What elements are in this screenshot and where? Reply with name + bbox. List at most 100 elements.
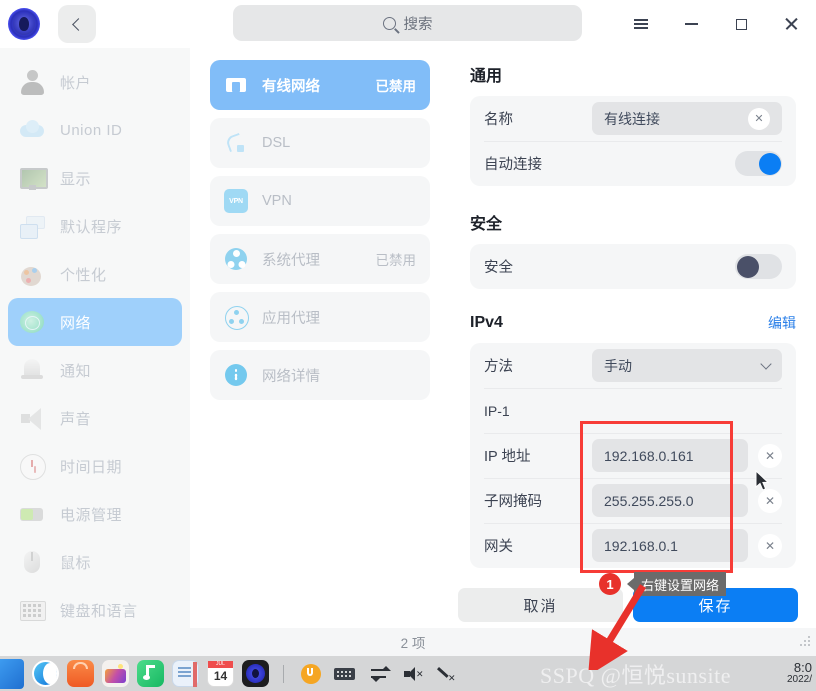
keyboard-icon: [18, 596, 46, 624]
ip-group-label: IP-1: [484, 402, 510, 419]
clock-date: 2022/: [786, 674, 812, 686]
sidebar-item-label: 时间日期: [60, 458, 123, 476]
network-item-label: 应用代理: [262, 310, 320, 327]
sidebar-item-union-id[interactable]: Union ID: [8, 106, 182, 154]
display-icon: [18, 164, 48, 192]
sidebar-item-account[interactable]: 帐户: [8, 58, 182, 106]
back-button[interactable]: [58, 5, 96, 43]
sidebar-item-display[interactable]: 显示: [8, 154, 182, 202]
taskbar-separator: [283, 664, 284, 683]
name-row: 名称 有线连接 ✕: [470, 96, 796, 141]
item-count-label: 2 项: [400, 636, 426, 651]
brush-icon[interactable]: ✕: [436, 663, 458, 685]
network-item-app-proxy[interactable]: 应用代理: [210, 292, 430, 342]
sidebar-item-sound[interactable]: 声音: [8, 394, 182, 442]
account-icon: [18, 68, 46, 96]
union-icon[interactable]: [300, 663, 322, 685]
chevron-down-icon: [760, 357, 772, 370]
gateway-value: 192.168.0.1: [604, 537, 678, 554]
info-icon: [224, 363, 248, 387]
main-content: 帐户 Union ID 显示 默认程序 个性化 网络 通知 声音 时间日期 电源…: [0, 48, 816, 628]
ip-address-label: IP 地址: [484, 449, 531, 465]
ip-group-row: IP-1: [470, 388, 796, 433]
music-icon[interactable]: [137, 660, 164, 687]
general-card: 名称 有线连接 ✕ 自动连接: [470, 96, 796, 186]
method-row: 方法 手动: [470, 343, 796, 388]
maximize-button[interactable]: [716, 0, 766, 48]
resize-grip[interactable]: [800, 636, 810, 646]
sidebar-item-personalization[interactable]: 个性化: [8, 250, 182, 298]
ip-address-input[interactable]: 192.168.0.161: [592, 439, 748, 472]
clear-name-icon[interactable]: ✕: [748, 107, 770, 130]
network-item-dsl[interactable]: DSL: [210, 118, 430, 168]
netmask-row: 子网掩码 255.255.255.0 ✕: [470, 478, 796, 523]
notes-icon[interactable]: [172, 660, 199, 687]
general-section-header: 通用: [470, 62, 796, 86]
method-select[interactable]: 手动: [592, 349, 782, 382]
sidebar-item-mouse[interactable]: 鼠标: [8, 538, 182, 586]
security-card: 安全: [470, 244, 796, 289]
sidebar-item-datetime[interactable]: 时间日期: [8, 442, 182, 490]
method-value: 手动: [604, 357, 632, 374]
clear-netmask-icon[interactable]: ✕: [758, 488, 782, 513]
close-button[interactable]: [766, 0, 816, 48]
cancel-button[interactable]: 取消: [458, 588, 623, 622]
network-transfer-icon[interactable]: [368, 663, 391, 685]
close-icon: [784, 17, 798, 31]
netmask-input[interactable]: 255.255.255.0: [592, 484, 748, 517]
annotation-tooltip: 右键设置网络: [626, 572, 727, 596]
sidebar-item-notifications[interactable]: 通知: [8, 346, 182, 394]
sidebar-item-power[interactable]: 电源管理: [8, 490, 182, 538]
name-input[interactable]: 有线连接 ✕: [592, 102, 782, 135]
minimize-icon: [684, 23, 698, 25]
sidebar-item-network[interactable]: 网络: [8, 298, 182, 346]
default-apps-icon: [18, 212, 46, 240]
calendar-month-label: JUL: [208, 661, 233, 668]
sidebar-item-label: 帐户: [60, 74, 92, 92]
network-item-wired[interactable]: 有线网络 已禁用: [210, 60, 430, 110]
calendar-day-label: 14: [213, 669, 228, 683]
network-item-label: 系统代理: [262, 252, 320, 269]
network-item-label: 网络详情: [262, 368, 320, 385]
settings-icon[interactable]: [242, 660, 269, 687]
security-toggle[interactable]: [735, 254, 782, 279]
app-store-icon[interactable]: [67, 660, 94, 687]
bell-icon: [18, 356, 46, 384]
app-proxy-icon: [224, 305, 249, 330]
minimize-button[interactable]: [666, 0, 716, 48]
ipv4-section-title: IPv4: [470, 314, 503, 331]
network-item-details[interactable]: 网络详情: [210, 350, 430, 400]
clear-gateway-icon[interactable]: ✕: [758, 533, 782, 558]
sidebar-item-label: 个性化: [60, 266, 107, 284]
network-item-label: VPN: [262, 193, 292, 209]
network-item-vpn[interactable]: VPN VPN: [210, 176, 430, 226]
search-input[interactable]: 搜索: [233, 5, 582, 41]
title-bar: 搜索: [0, 0, 816, 48]
ipv4-edit-link[interactable]: 编辑: [768, 313, 796, 333]
clear-ip-address-icon[interactable]: ✕: [758, 443, 782, 468]
sidebar-item-label: 电源管理: [60, 506, 123, 524]
network-item-system-proxy[interactable]: 系统代理 已禁用: [210, 234, 430, 284]
sidebar: 帐户 Union ID 显示 默认程序 个性化 网络 通知 声音 时间日期 电源…: [0, 48, 190, 628]
sidebar-item-default-apps[interactable]: 默认程序: [8, 202, 182, 250]
menu-button[interactable]: [616, 0, 666, 48]
taskbar-clock[interactable]: 8:0 2022/: [787, 661, 812, 685]
network-item-status: 已禁用: [375, 79, 417, 94]
sidebar-item-label: 鼠标: [60, 554, 92, 572]
autoconnect-toggle[interactable]: [735, 151, 782, 176]
gallery-icon[interactable]: [102, 660, 129, 687]
calendar-icon[interactable]: JUL 14: [207, 660, 234, 687]
volume-mute-icon[interactable]: ✕: [402, 663, 424, 685]
status-bar: 2 项: [190, 628, 816, 656]
method-label: 方法: [484, 359, 513, 375]
gateway-input[interactable]: 192.168.0.1: [592, 529, 748, 562]
keyboard-input-icon[interactable]: [334, 663, 356, 685]
taskbar: JUL 14 ✕ ✕ 8:0 2022/: [0, 656, 816, 691]
mouse-icon: [18, 548, 46, 576]
files-icon[interactable]: [0, 658, 24, 689]
network-item-status: 已禁用: [375, 253, 417, 268]
browser-icon[interactable]: [32, 660, 59, 687]
ip-address-row: IP 地址 192.168.0.161 ✕: [470, 433, 796, 478]
ipv4-section-header: IPv4 编辑: [470, 313, 796, 333]
sidebar-item-keyboard[interactable]: 键盘和语言: [8, 586, 182, 634]
